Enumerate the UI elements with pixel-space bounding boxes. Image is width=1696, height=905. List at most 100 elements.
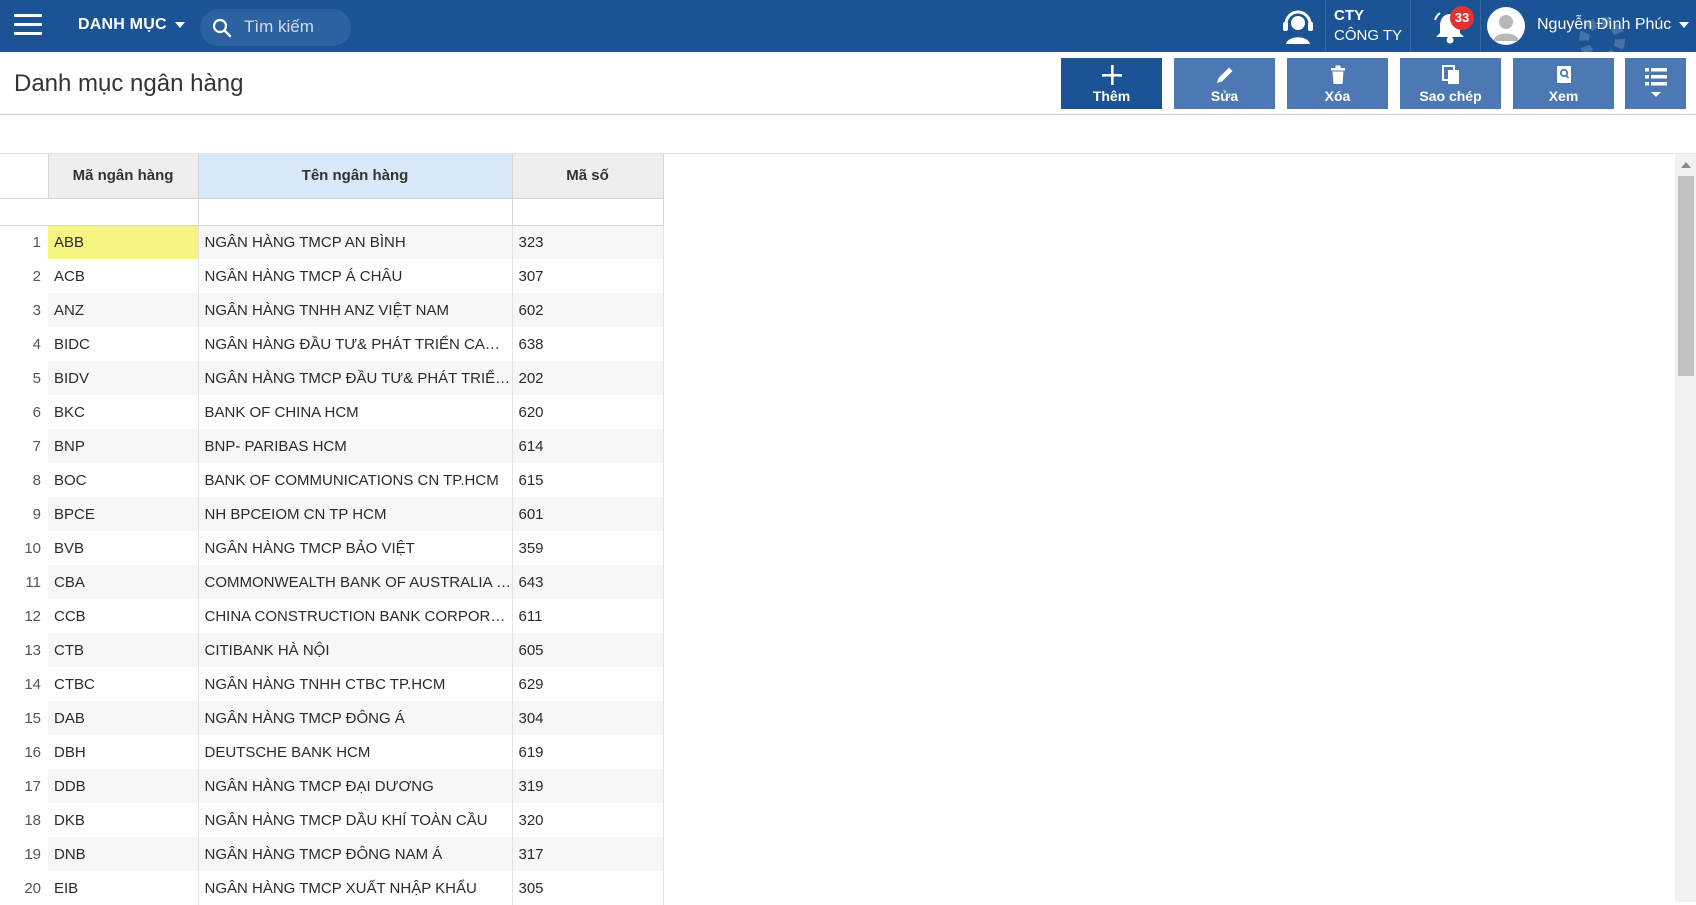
table-row[interactable]: 12 CCB CHINA CONSTRUCTION BANK CORPORATI..… [0, 599, 664, 633]
list-options-button[interactable] [1625, 58, 1686, 109]
table-row[interactable]: 17 DDB NGÂN HÀNG TMCP ĐẠI DƯƠNG 319 [0, 769, 664, 803]
table-row[interactable]: 2 ACB NGÂN HÀNG TMCP Á CHÂU 307 [0, 259, 664, 293]
table-row[interactable]: 3 ANZ NGÂN HÀNG TNHH ANZ VIỆT NAM 602 [0, 293, 664, 327]
bank-code-cell[interactable]: BNP [48, 429, 199, 463]
bank-code-cell[interactable]: BOC [48, 463, 199, 497]
bank-name-cell[interactable]: BANK OF CHINA HCM [198, 395, 513, 429]
bank-name-cell[interactable]: NGÂN HÀNG TNHH CTBC TP.HCM [198, 667, 513, 701]
view-button[interactable]: Xem [1513, 58, 1614, 109]
bank-number-cell[interactable]: 305 [512, 871, 664, 905]
bank-code-cell[interactable]: BKC [48, 395, 199, 429]
bank-name-cell[interactable]: NGÂN HÀNG TMCP ĐÔNG Á [198, 701, 513, 735]
bank-number-cell[interactable]: 602 [512, 293, 664, 327]
copy-button[interactable]: Sao chép [1400, 58, 1501, 109]
table-row[interactable]: 1 ABB NGÂN HÀNG TMCP AN BÌNH 323 [0, 225, 664, 259]
bank-number-cell[interactable]: 605 [512, 633, 664, 667]
bank-name-cell[interactable]: NGÂN HÀNG TMCP DẦU KHÍ TOÀN CẦU [198, 803, 513, 837]
bank-code-cell[interactable]: ANZ [48, 293, 199, 327]
bank-code-cell[interactable]: ACB [48, 259, 199, 293]
bank-name-cell[interactable]: NGÂN HÀNG TMCP ĐÔNG NAM Á [198, 837, 513, 871]
vertical-scrollbar[interactable] [1675, 154, 1696, 902]
bank-name-cell[interactable]: BNP- PARIBAS HCM [198, 429, 513, 463]
table-row[interactable]: 7 BNP BNP- PARIBAS HCM 614 [0, 429, 664, 463]
bank-code-cell[interactable]: DKB [48, 803, 199, 837]
bank-code-cell[interactable]: BVB [48, 531, 199, 565]
bank-number-cell[interactable]: 620 [512, 395, 664, 429]
bank-number-cell[interactable]: 611 [512, 599, 664, 633]
headset-icon[interactable] [1278, 8, 1318, 44]
column-header-bank-name[interactable]: Tên ngân hàng [197, 154, 513, 199]
company-selector[interactable]: CTY CÔNG TY [1334, 6, 1402, 46]
bank-code-cell[interactable]: DBH [48, 735, 199, 769]
table-row[interactable]: 14 CTBC NGÂN HÀNG TNHH CTBC TP.HCM 629 [0, 667, 664, 701]
bank-code-cell[interactable]: CCB [48, 599, 199, 633]
bank-name-cell[interactable]: NGÂN HÀNG TMCP ĐẠI DƯƠNG [198, 769, 513, 803]
edit-button[interactable]: Sửa [1174, 58, 1275, 109]
bank-code-cell[interactable]: DAB [48, 701, 199, 735]
bank-number-cell[interactable]: 304 [512, 701, 664, 735]
bank-code-cell[interactable]: BIDC [48, 327, 199, 361]
delete-button[interactable]: Xóa [1287, 58, 1388, 109]
bank-code-cell[interactable]: CTBC [48, 667, 199, 701]
column-header-bank-code[interactable]: Mã ngân hàng [47, 154, 199, 199]
table-row[interactable]: 19 DNB NGÂN HÀNG TMCP ĐÔNG NAM Á 317 [0, 837, 664, 871]
bank-code-cell[interactable]: DDB [48, 769, 199, 803]
bank-number-cell[interactable]: 320 [512, 803, 664, 837]
bank-name-cell[interactable]: NH BPCEIOM CN TP HCM [198, 497, 513, 531]
search-input[interactable] [244, 17, 344, 37]
bank-number-cell[interactable]: 614 [512, 429, 664, 463]
bank-code-cell[interactable]: ABB [48, 225, 199, 259]
scrollbar-thumb[interactable] [1678, 176, 1694, 376]
bank-name-cell[interactable]: COMMONWEALTH BANK OF AUSTRALIA H... [198, 565, 513, 599]
table-row[interactable]: 18 DKB NGÂN HÀNG TMCP DẦU KHÍ TOÀN CẦU 320 [0, 803, 664, 837]
table-row[interactable]: 5 BIDV NGÂN HÀNG TMCP ĐẦU TƯ& PHÁT TRIỂN..… [0, 361, 664, 395]
bank-number-cell[interactable]: 619 [512, 735, 664, 769]
bank-number-cell[interactable]: 307 [512, 259, 664, 293]
bank-number-cell[interactable]: 359 [512, 531, 664, 565]
bank-name-cell[interactable]: DEUTSCHE BANK HCM [198, 735, 513, 769]
bank-name-cell[interactable]: CHINA CONSTRUCTION BANK CORPORATI... [198, 599, 513, 633]
add-button[interactable]: Thêm [1061, 58, 1162, 109]
bank-number-cell[interactable]: 323 [512, 225, 664, 259]
bank-code-cell[interactable]: BPCE [48, 497, 199, 531]
bank-name-cell[interactable]: NGÂN HÀNG TMCP XUẤT NHẬP KHẨU [198, 871, 513, 905]
table-row[interactable]: 6 BKC BANK OF CHINA HCM 620 [0, 395, 664, 429]
filter-cell-number[interactable] [512, 198, 664, 226]
table-row[interactable]: 11 CBA COMMONWEALTH BANK OF AUSTRALIA H...… [0, 565, 664, 599]
bank-name-cell[interactable]: NGÂN HÀNG TMCP BẢO VIỆT [198, 531, 513, 565]
user-avatar-icon[interactable] [1487, 7, 1525, 45]
filter-cell-bank-name[interactable] [198, 198, 513, 226]
bank-code-cell[interactable]: DNB [48, 837, 199, 871]
table-row[interactable]: 10 BVB NGÂN HÀNG TMCP BẢO VIỆT 359 [0, 531, 664, 565]
table-row[interactable]: 4 BIDC NGÂN HÀNG ĐẦU TƯ& PHÁT TRIỂN CAMP..… [0, 327, 664, 361]
filter-cell-bank-code[interactable] [48, 198, 199, 226]
bank-number-cell[interactable]: 317 [512, 837, 664, 871]
bank-code-cell[interactable]: EIB [48, 871, 199, 905]
user-menu[interactable]: Nguyễn Đình Phúc [1537, 16, 1690, 34]
hamburger-icon[interactable] [14, 14, 42, 36]
bank-name-cell[interactable]: CITIBANK HÀ NỘI [198, 633, 513, 667]
bank-name-cell[interactable]: NGÂN HÀNG TMCP ĐẦU TƯ& PHÁT TRIỂN... [198, 361, 513, 395]
bank-number-cell[interactable]: 629 [512, 667, 664, 701]
bank-number-cell[interactable]: 202 [512, 361, 664, 395]
bank-number-cell[interactable]: 643 [512, 565, 664, 599]
bank-name-cell[interactable]: NGÂN HÀNG TNHH ANZ VIỆT NAM [198, 293, 513, 327]
bank-number-cell[interactable]: 615 [512, 463, 664, 497]
table-row[interactable]: 9 BPCE NH BPCEIOM CN TP HCM 601 [0, 497, 664, 531]
bank-name-cell[interactable]: NGÂN HÀNG ĐẦU TƯ& PHÁT TRIỂN CAMP... [198, 327, 513, 361]
table-row[interactable]: 8 BOC BANK OF COMMUNICATIONS CN TP.HCM 615 [0, 463, 664, 497]
bank-name-cell[interactable]: NGÂN HÀNG TMCP AN BÌNH [198, 225, 513, 259]
column-header-number[interactable]: Mã số [511, 154, 664, 199]
table-row[interactable]: 16 DBH DEUTSCHE BANK HCM 619 [0, 735, 664, 769]
bank-code-cell[interactable]: CTB [48, 633, 199, 667]
bank-name-cell[interactable]: BANK OF COMMUNICATIONS CN TP.HCM [198, 463, 513, 497]
table-row[interactable]: 15 DAB NGÂN HÀNG TMCP ĐÔNG Á 304 [0, 701, 664, 735]
bank-number-cell[interactable]: 319 [512, 769, 664, 803]
category-menu-dropdown[interactable]: DANH MỤC [78, 16, 185, 34]
bank-number-cell[interactable]: 601 [512, 497, 664, 531]
bank-code-cell[interactable]: CBA [48, 565, 199, 599]
bank-number-cell[interactable]: 638 [512, 327, 664, 361]
table-row[interactable]: 20 EIB NGÂN HÀNG TMCP XUẤT NHẬP KHẨU 305 [0, 871, 664, 905]
bank-name-cell[interactable]: NGÂN HÀNG TMCP Á CHÂU [198, 259, 513, 293]
bank-code-cell[interactable]: BIDV [48, 361, 199, 395]
